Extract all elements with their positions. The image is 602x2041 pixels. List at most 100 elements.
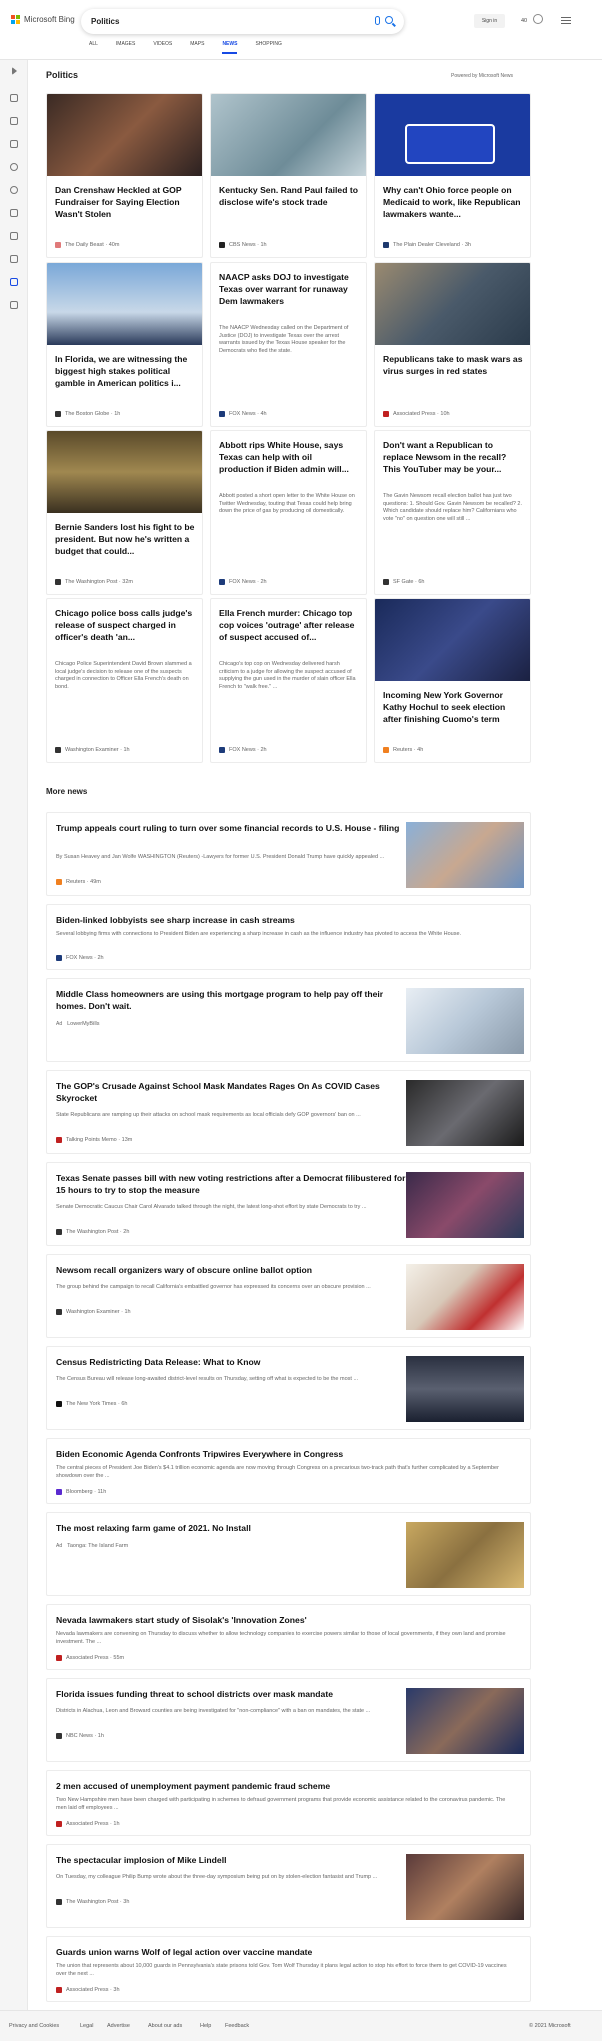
news-card[interactable]: Bernie Sanders lost his fight to be pres… xyxy=(46,430,203,595)
coronavirus-icon[interactable] xyxy=(10,117,18,125)
news-card[interactable]: Don't want a Republican to replace Newso… xyxy=(374,430,531,595)
rewards-points[interactable]: 40 xyxy=(521,18,527,24)
time-ago: 2h xyxy=(260,579,267,585)
search-box[interactable]: Politics xyxy=(81,9,404,34)
tab-all[interactable]: ALL xyxy=(89,41,98,54)
source-name: FOX News xyxy=(66,955,93,961)
card-title[interactable]: Republicans take to mask wars as virus s… xyxy=(383,353,523,377)
more-news-item[interactable]: Florida issues funding threat to school … xyxy=(46,1678,531,1762)
source-logo-icon xyxy=(219,579,225,585)
feedback-link[interactable]: Feedback xyxy=(225,2023,249,2029)
more-news-item[interactable]: Biden-linked lobbyists see sharp increas… xyxy=(46,904,531,970)
flag-icon[interactable] xyxy=(10,140,18,148)
item-description: The central pieces of President Joe Bide… xyxy=(56,1465,499,1479)
card-title[interactable]: Don't want a Republican to replace Newso… xyxy=(383,439,523,475)
more-news-item[interactable]: 2 men accused of unemployment payment pa… xyxy=(46,1770,531,1836)
card-title[interactable]: Bernie Sanders lost his fight to be pres… xyxy=(55,521,195,557)
time-ago: 49m xyxy=(90,879,101,885)
item-title[interactable]: Biden-linked lobbyists see sharp increas… xyxy=(56,914,516,926)
news-card[interactable]: Kentucky Sen. Rand Paul failed to disclo… xyxy=(210,93,367,258)
item-title[interactable]: Census Redistricting Data Release: What … xyxy=(56,1356,406,1368)
item-meta: Ad Taonga: The Island Farm xyxy=(56,1543,128,1549)
news-card[interactable]: NAACP asks DOJ to investigate Texas over… xyxy=(210,262,367,427)
news-card[interactable]: Chicago police boss calls judge's releas… xyxy=(46,598,203,763)
item-description: The group behind the campaign to recall … xyxy=(56,1284,371,1290)
item-title[interactable]: Middle Class homeowners are using this m… xyxy=(56,988,406,1012)
technology-icon[interactable] xyxy=(10,232,18,240)
item-title[interactable]: Florida issues funding threat to school … xyxy=(56,1688,406,1700)
news-card[interactable]: Why can't Ohio force people on Medicaid … xyxy=(374,93,531,258)
politics-icon[interactable] xyxy=(10,209,18,217)
card-title[interactable]: Why can't Ohio force people on Medicaid … xyxy=(383,184,523,220)
tab-maps[interactable]: MAPS xyxy=(190,41,204,54)
about-ads-link[interactable]: About our ads xyxy=(148,2023,182,2029)
more-news-item[interactable]: Census Redistricting Data Release: What … xyxy=(46,1346,531,1430)
more-news-item[interactable]: Trump appeals court ruling to turn over … xyxy=(46,812,531,896)
item-title[interactable]: Guards union warns Wolf of legal action … xyxy=(56,1946,516,1958)
more-news-item[interactable]: Guards union warns Wolf of legal action … xyxy=(46,1936,531,2002)
microphone-icon[interactable] xyxy=(375,16,380,25)
card-title[interactable]: Abbott rips White House, says Texas can … xyxy=(219,439,359,475)
more-news-item[interactable]: The spectacular implosion of Mike Lindel… xyxy=(46,1844,531,1928)
sports-icon[interactable] xyxy=(10,301,18,309)
more-news-item[interactable]: Texas Senate passes bill with new voting… xyxy=(46,1162,531,1246)
tab-shopping[interactable]: SHOPPING xyxy=(255,41,281,54)
item-title[interactable]: 2 men accused of unemployment payment pa… xyxy=(56,1780,516,1792)
more-news-item[interactable]: The GOP's Crusade Against School Mask Ma… xyxy=(46,1070,531,1154)
source-logo-icon xyxy=(56,1733,62,1739)
source-name: Reuters xyxy=(393,747,413,753)
rewards-trophy-icon[interactable] xyxy=(533,14,543,24)
hamburger-menu-icon[interactable] xyxy=(561,17,571,26)
card-title[interactable]: Kentucky Sen. Rand Paul failed to disclo… xyxy=(219,184,359,208)
item-title[interactable]: Nevada lawmakers start study of Sisolak'… xyxy=(56,1614,516,1626)
item-title[interactable]: Biden Economic Agenda Confronts Tripwire… xyxy=(56,1448,516,1460)
home-icon[interactable] xyxy=(10,94,18,102)
card-title[interactable]: NAACP asks DOJ to investigate Texas over… xyxy=(219,271,359,307)
privacy-link[interactable]: Privacy and Cookies xyxy=(9,2023,59,2029)
card-title[interactable]: In Florida, we are witnessing the bigges… xyxy=(55,353,195,389)
item-description: State Republicans are ramping up their a… xyxy=(56,1112,361,1118)
globe-icon[interactable] xyxy=(10,186,18,194)
card-title[interactable]: Dan Crenshaw Heckled at GOP Fundraiser f… xyxy=(55,184,195,220)
news-card[interactable]: Dan Crenshaw Heckled at GOP Fundraiser f… xyxy=(46,93,203,258)
search-input[interactable]: Politics xyxy=(91,17,119,26)
time-ago: 1h xyxy=(124,1309,131,1315)
news-card[interactable]: Abbott rips White House, says Texas can … xyxy=(210,430,367,595)
card-title[interactable]: Chicago police boss calls judge's releas… xyxy=(55,607,195,643)
news-card[interactable]: Incoming New York Governor Kathy Hochul … xyxy=(374,598,531,763)
more-news-item[interactable]: Newsom recall organizers wary of obscure… xyxy=(46,1254,531,1338)
more-news-item[interactable]: Nevada lawmakers start study of Sisolak'… xyxy=(46,1604,531,1670)
item-description: Districts in Alachua, Leon and Broward c… xyxy=(56,1708,371,1714)
news-card[interactable]: Republicans take to mask wars as virus s… xyxy=(374,262,531,427)
card-title[interactable]: Ella French murder: Chicago top cop voic… xyxy=(219,607,359,643)
item-title[interactable]: The GOP's Crusade Against School Mask Ma… xyxy=(56,1080,406,1104)
advertise-link[interactable]: Advertise xyxy=(107,2023,130,2029)
item-title[interactable]: The most relaxing farm game of 2021. No … xyxy=(56,1522,406,1534)
news-card[interactable]: In Florida, we are witnessing the bigges… xyxy=(46,262,203,427)
more-news-item[interactable]: Biden Economic Agenda Confronts Tripwire… xyxy=(46,1438,531,1504)
news-card[interactable]: Ella French murder: Chicago top cop voic… xyxy=(210,598,367,763)
business-icon[interactable] xyxy=(10,278,18,286)
search-icon[interactable] xyxy=(385,16,393,24)
help-link[interactable]: Help xyxy=(200,2023,211,2029)
location-icon[interactable] xyxy=(10,163,18,171)
tab-images[interactable]: IMAGES xyxy=(116,41,135,54)
item-image xyxy=(406,1854,524,1920)
item-image xyxy=(406,1172,524,1238)
item-title[interactable]: Newsom recall organizers wary of obscure… xyxy=(56,1264,406,1276)
tab-news[interactable]: NEWS xyxy=(222,41,238,54)
source-name: FOX News xyxy=(229,747,256,753)
expand-chevron-icon[interactable] xyxy=(12,67,17,75)
legal-link[interactable]: Legal xyxy=(80,2023,93,2029)
more-news-item[interactable]: The most relaxing farm game of 2021. No … xyxy=(46,1512,531,1596)
bing-logo[interactable]: Microsoft Bing xyxy=(11,15,75,24)
source-name: NBC News xyxy=(66,1733,93,1739)
card-title[interactable]: Incoming New York Governor Kathy Hochul … xyxy=(383,689,523,725)
item-title[interactable]: Texas Senate passes bill with new voting… xyxy=(56,1172,406,1196)
entertainment-icon[interactable] xyxy=(10,255,18,263)
sign-in-button[interactable]: Sign in xyxy=(474,14,505,28)
tab-videos[interactable]: VIDEOS xyxy=(153,41,172,54)
more-news-item[interactable]: Middle Class homeowners are using this m… xyxy=(46,978,531,1062)
item-title[interactable]: Trump appeals court ruling to turn over … xyxy=(56,822,406,834)
item-title[interactable]: The spectacular implosion of Mike Lindel… xyxy=(56,1854,406,1866)
